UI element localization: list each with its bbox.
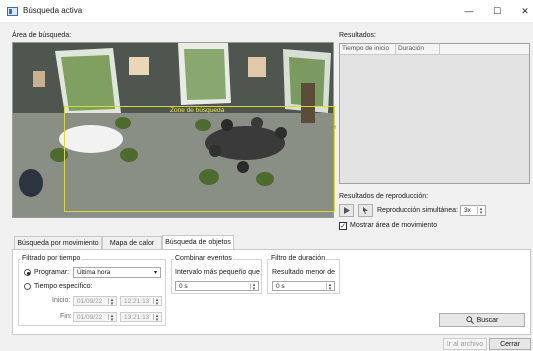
start-date-stepper[interactable]: ▴ ▾ xyxy=(108,298,115,307)
end-date-value: 01/09/22 xyxy=(77,313,103,321)
window-title: Búsqueda activa xyxy=(23,6,83,15)
combine-interval-input[interactable]: 0 s ▴ ▾ xyxy=(175,281,259,292)
start-time-value: 12:21:13 xyxy=(124,297,150,305)
results-header: Tiempo de inicio Duración xyxy=(340,44,529,55)
simultaneous-speed-input[interactable]: 3x ▴ ▾ xyxy=(460,205,486,216)
show-motion-checkbox[interactable]: ✓ xyxy=(339,222,347,230)
combine-events-legend: Combinar eventos xyxy=(174,255,233,262)
collapse-arrow-icon[interactable]: ‹ xyxy=(334,124,336,131)
combine-interval-value: 0 s xyxy=(179,282,188,290)
end-label: Fin: xyxy=(60,313,72,320)
start-date-input[interactable]: 01/09/22 ▴ ▾ xyxy=(73,296,117,307)
tab-object-search[interactable]: Búsqueda de objetos xyxy=(162,235,234,249)
column-duration[interactable]: Duración xyxy=(396,44,440,54)
results-table[interactable]: Tiempo de inicio Duración xyxy=(339,43,530,184)
search-icon xyxy=(465,316,474,324)
specific-time-radio[interactable] xyxy=(24,283,31,290)
end-time-stepper[interactable]: ▴ ▾ xyxy=(153,314,160,323)
search-zone-label: Zone de búsqueda xyxy=(170,107,225,114)
app-icon xyxy=(7,7,18,16)
search-area-label: Área de búsqueda: xyxy=(12,32,72,39)
duration-filter-legend: Filtro de duración xyxy=(270,255,327,262)
start-date-value: 01/09/22 xyxy=(77,297,103,305)
end-time-value: 13:21:13 xyxy=(124,313,150,321)
programmed-select[interactable]: Última hora ▾ xyxy=(73,267,161,278)
search-zone[interactable] xyxy=(64,106,335,212)
duration-filter-value: 0 s xyxy=(276,282,285,290)
programmed-label: Programar: xyxy=(34,269,70,276)
start-label: Inicio: xyxy=(52,297,71,304)
step-button[interactable] xyxy=(358,204,373,217)
play-icon xyxy=(344,207,350,214)
results-label: Resultados: xyxy=(339,32,376,39)
programmed-value: Última hora xyxy=(77,269,111,276)
tab-heatmap[interactable]: Mapa de calor xyxy=(102,236,162,249)
start-time-stepper[interactable]: ▴ ▾ xyxy=(153,298,160,307)
play-button[interactable] xyxy=(339,204,354,217)
maximize-button[interactable]: ☐ xyxy=(484,4,510,18)
duration-filter-stepper[interactable]: ▴ ▾ xyxy=(326,283,333,292)
speed-value: 3x xyxy=(464,207,471,214)
programmed-radio[interactable] xyxy=(24,269,31,276)
column-start-time[interactable]: Tiempo de inicio xyxy=(340,44,396,54)
show-motion-label: Mostrar área de movimiento xyxy=(350,222,438,229)
tab-motion-search[interactable]: Búsqueda por movimiento xyxy=(14,236,102,249)
playback-results-label: Resultados de reproducción: xyxy=(339,193,429,200)
start-time-input[interactable]: 12:21:13 ▴ ▾ xyxy=(120,296,162,307)
time-filter-legend: Filtrado por tiempo xyxy=(21,255,82,262)
chevron-down-icon: ▾ xyxy=(153,270,157,276)
specific-time-label: Tiempo específico: xyxy=(34,283,93,290)
duration-filter-label: Resultado menor de xyxy=(272,269,336,276)
close-button[interactable]: Cerrar xyxy=(489,338,531,350)
combine-interval-label: Intervalo más pequeño que xyxy=(175,269,260,276)
end-time-input[interactable]: 13:21:13 ▴ ▾ xyxy=(120,312,162,323)
search-button-label: Buscar xyxy=(476,316,499,324)
close-window-button[interactable]: ✕ xyxy=(512,4,533,18)
duration-filter-input[interactable]: 0 s ▴ ▾ xyxy=(272,281,335,292)
end-date-stepper[interactable]: ▴ ▾ xyxy=(108,314,115,323)
search-zone-close-icon[interactable]: × xyxy=(325,105,329,112)
simultaneous-label: Reproducción simultánea: xyxy=(377,207,458,214)
search-button[interactable]: Buscar xyxy=(439,313,525,327)
speed-stepper[interactable]: ▴ ▾ xyxy=(477,207,484,216)
combine-interval-stepper[interactable]: ▴ ▾ xyxy=(250,283,257,292)
go-to-file-button[interactable]: Ir al archivo xyxy=(443,338,487,350)
end-date-input[interactable]: 01/09/22 ▴ ▾ xyxy=(73,312,117,323)
minimize-button[interactable]: — xyxy=(456,4,482,18)
pointer-icon xyxy=(363,207,368,214)
